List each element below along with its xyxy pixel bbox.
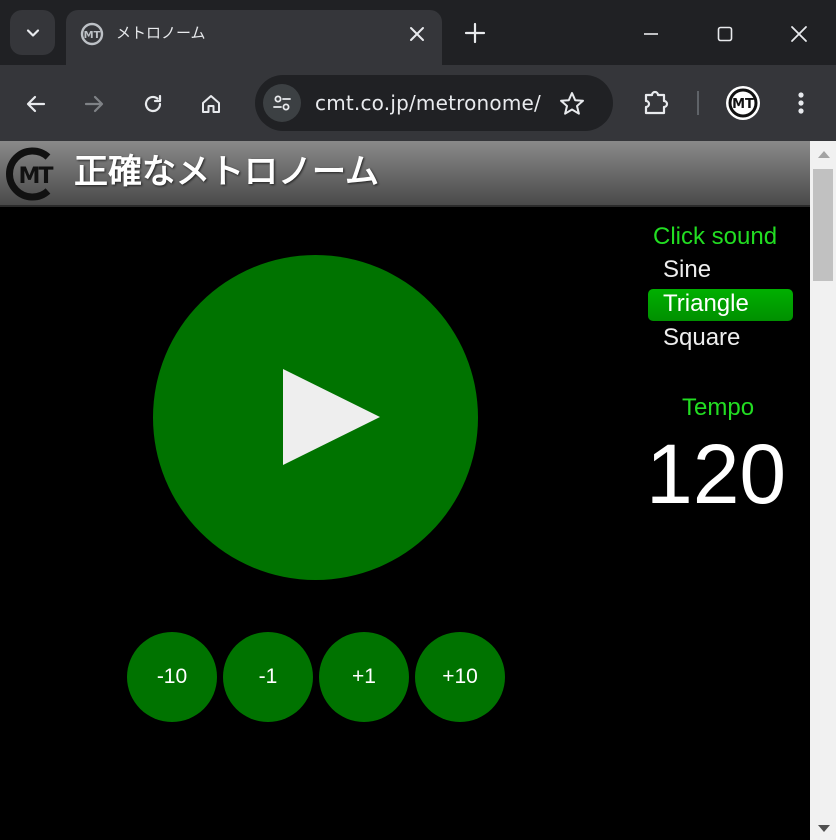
tempo-minus-10-button[interactable]: -10 — [127, 632, 217, 722]
reload-icon — [144, 94, 162, 113]
profile-avatar[interactable]: MT — [724, 84, 762, 122]
close-window-button[interactable] — [776, 14, 822, 54]
close-icon — [791, 26, 807, 42]
cmt-favicon-icon: MT — [80, 22, 104, 46]
svg-text:MT: MT — [19, 164, 54, 189]
address-bar[interactable]: cmt.co.jp/metronome/ — [255, 75, 613, 131]
toolbar-divider — [697, 91, 699, 115]
bookmark-star-icon[interactable] — [557, 89, 587, 119]
page-viewport: MT 正確なメトロノーム -10 -1 +1 +10 Click sound S… — [0, 141, 810, 840]
tempo-minus-1-button[interactable]: -1 — [223, 632, 313, 722]
scroll-down-arrow-icon[interactable] — [818, 825, 830, 832]
browser-toolbar: cmt.co.jp/metronome/ MT — [0, 65, 836, 141]
reload-button[interactable] — [135, 86, 171, 122]
extensions-puzzle-icon[interactable] — [638, 85, 674, 121]
cmt-logo: MT — [6, 147, 55, 201]
page-scrollbar[interactable] — [810, 141, 836, 840]
forward-button[interactable] — [76, 86, 112, 122]
tempo-plus-1-button[interactable]: +1 — [319, 632, 409, 722]
home-button[interactable] — [193, 86, 229, 122]
play-button[interactable] — [153, 255, 478, 580]
sound-option-square[interactable]: Square — [648, 323, 793, 355]
minimize-icon — [644, 33, 658, 35]
tempo-value: 120 — [646, 427, 787, 521]
sound-option-triangle[interactable]: Triangle — [648, 289, 793, 321]
site-info-button[interactable] — [263, 84, 301, 122]
click-sound-heading: Click sound — [653, 223, 778, 250]
kebab-menu-icon[interactable] — [786, 85, 816, 121]
tab-strip: MT メトロノーム — [0, 0, 836, 65]
maximize-icon — [717, 26, 733, 42]
scroll-thumb[interactable] — [813, 169, 833, 281]
tab-search-button[interactable] — [10, 10, 55, 55]
back-button[interactable] — [18, 86, 54, 122]
scroll-up-arrow-icon[interactable] — [818, 151, 830, 158]
page-header: MT 正確なメトロノーム — [0, 141, 810, 207]
maximize-button[interactable] — [702, 14, 748, 54]
close-tab-icon[interactable] — [406, 23, 428, 45]
tune-icon — [273, 95, 291, 111]
tempo-heading: Tempo — [682, 394, 755, 421]
browser-tab[interactable]: MT メトロノーム — [66, 10, 442, 65]
chevron-down-icon — [26, 28, 39, 37]
svg-text:MT: MT — [84, 30, 101, 41]
home-icon — [202, 95, 220, 113]
arrow-left-icon — [26, 95, 46, 113]
minimize-button[interactable] — [628, 14, 674, 54]
new-tab-icon[interactable] — [460, 18, 490, 48]
svg-text:MT: MT — [732, 97, 754, 112]
sound-option-sine[interactable]: Sine — [648, 255, 793, 287]
page-title: 正確なメトロノーム — [74, 152, 379, 192]
play-icon — [283, 369, 380, 465]
arrow-right-icon — [84, 95, 104, 113]
tempo-plus-10-button[interactable]: +10 — [415, 632, 505, 722]
tab-title: メトロノーム — [116, 24, 206, 42]
url-text[interactable]: cmt.co.jp/metronome/ — [315, 91, 541, 115]
